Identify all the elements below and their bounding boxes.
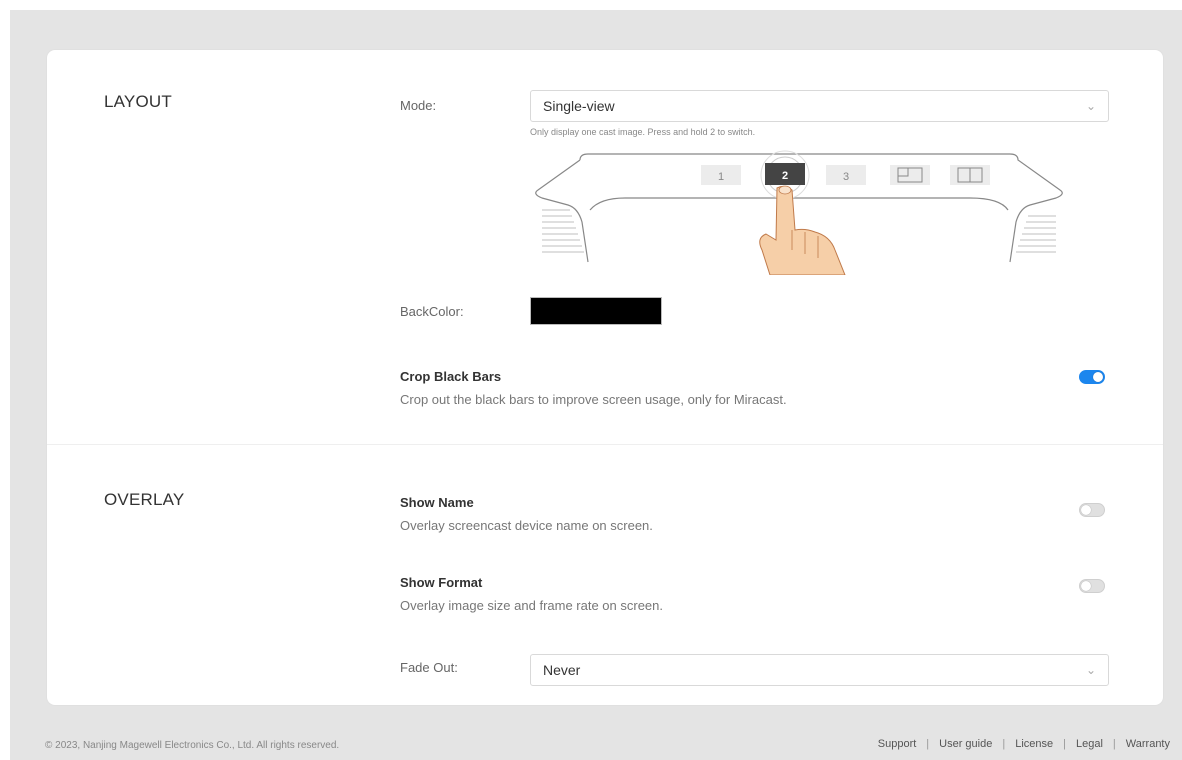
chevron-down-icon: ⌄ — [1085, 99, 1096, 113]
footer-separator: | — [926, 738, 930, 750]
mode-button-2-label: 2 — [782, 170, 788, 182]
mode-select[interactable]: Single-view ⌄ — [530, 90, 1109, 122]
mode-hint: Only display one cast image. Press and h… — [530, 127, 756, 137]
overlay-section-title: OVERLAY — [104, 490, 185, 509]
show-name-title: Show Name — [400, 495, 474, 510]
mode-button-1-label: 1 — [718, 171, 724, 183]
footer-link-legal[interactable]: Legal — [1076, 738, 1103, 750]
toggle-knob — [1081, 581, 1091, 591]
crop-black-bars-description: Crop out the black bars to improve scree… — [400, 392, 787, 407]
footer-link-support[interactable]: Support — [878, 738, 917, 750]
show-format-description: Overlay image size and frame rate on scr… — [400, 598, 664, 613]
chevron-down-icon: ⌄ — [1085, 663, 1096, 677]
backcolor-swatch[interactable] — [530, 297, 662, 325]
mode-label: Mode: — [400, 98, 437, 113]
footer-separator: | — [1112, 738, 1116, 750]
section-divider — [47, 444, 1163, 445]
fade-out-select-value: Never — [543, 662, 581, 678]
show-name-description: Overlay screencast device name on screen… — [400, 518, 653, 533]
toggle-knob — [1081, 505, 1091, 515]
footer-link-user-guide[interactable]: User guide — [939, 738, 992, 750]
fade-out-select[interactable]: Never ⌄ — [530, 654, 1109, 686]
page-background: LAYOUT Mode: Single-view ⌄ Only display … — [10, 10, 1182, 760]
settings-card: LAYOUT Mode: Single-view ⌄ Only display … — [47, 50, 1163, 705]
show-format-toggle[interactable] — [1079, 579, 1105, 593]
show-format-title: Show Format — [400, 575, 483, 590]
mode-switch-illustration: 1 2 3 — [535, 150, 1063, 275]
footer-separator: | — [1063, 738, 1066, 750]
pressing-hand-icon — [759, 185, 846, 275]
mode-select-value: Single-view — [543, 98, 615, 114]
footer-link-license[interactable]: License — [1015, 738, 1053, 750]
crop-black-bars-title: Crop Black Bars — [400, 369, 502, 384]
footer-links: Support | User guide | License | Legal |… — [878, 738, 1170, 750]
mode-button-3-label: 3 — [843, 171, 849, 183]
toggle-knob — [1093, 372, 1103, 382]
footer-link-warranty[interactable]: Warranty — [1126, 738, 1170, 750]
crop-black-bars-toggle[interactable] — [1079, 370, 1105, 384]
footer-separator: | — [1002, 738, 1006, 750]
fade-out-label: Fade Out: — [400, 660, 458, 675]
show-name-toggle[interactable] — [1079, 503, 1105, 517]
layout-section-title: LAYOUT — [104, 92, 172, 111]
backcolor-label: BackColor: — [400, 304, 464, 319]
footer-copyright: © 2023, Nanjing Magewell Electronics Co.… — [45, 740, 340, 751]
